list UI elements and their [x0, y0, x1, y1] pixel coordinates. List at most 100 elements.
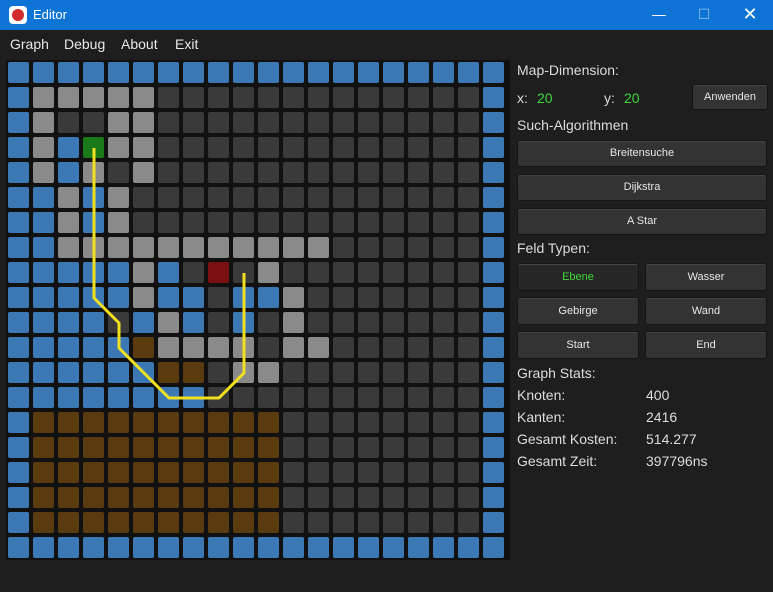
- plain-cell[interactable]: [208, 387, 229, 408]
- plain-cell[interactable]: [258, 187, 279, 208]
- water-cell[interactable]: [383, 537, 404, 558]
- water-cell[interactable]: [233, 537, 254, 558]
- wall-cell[interactable]: [233, 237, 254, 258]
- mountain-cell[interactable]: [58, 412, 79, 433]
- plain-cell[interactable]: [258, 312, 279, 333]
- water-cell[interactable]: [33, 362, 54, 383]
- plain-cell[interactable]: [458, 187, 479, 208]
- water-cell[interactable]: [58, 387, 79, 408]
- plain-cell[interactable]: [58, 112, 79, 133]
- water-cell[interactable]: [33, 337, 54, 358]
- water-cell[interactable]: [433, 62, 454, 83]
- plain-cell[interactable]: [283, 162, 304, 183]
- mountain-cell[interactable]: [83, 462, 104, 483]
- water-cell[interactable]: [483, 337, 504, 358]
- water-cell[interactable]: [183, 62, 204, 83]
- wall-cell[interactable]: [58, 187, 79, 208]
- plain-cell[interactable]: [458, 287, 479, 308]
- plain-cell[interactable]: [283, 387, 304, 408]
- water-cell[interactable]: [183, 537, 204, 558]
- plain-cell[interactable]: [358, 187, 379, 208]
- plain-cell[interactable]: [208, 287, 229, 308]
- plain-cell[interactable]: [383, 312, 404, 333]
- water-cell[interactable]: [8, 212, 29, 233]
- plain-cell[interactable]: [433, 462, 454, 483]
- plain-cell[interactable]: [308, 212, 329, 233]
- mountain-cell[interactable]: [33, 437, 54, 458]
- water-cell[interactable]: [158, 387, 179, 408]
- mountain-cell[interactable]: [158, 412, 179, 433]
- water-cell[interactable]: [83, 387, 104, 408]
- mountain-cell[interactable]: [108, 412, 129, 433]
- mountain-cell[interactable]: [33, 487, 54, 508]
- plain-cell[interactable]: [158, 87, 179, 108]
- plain-cell[interactable]: [258, 212, 279, 233]
- plain-cell[interactable]: [83, 112, 104, 133]
- plain-cell[interactable]: [283, 212, 304, 233]
- water-cell[interactable]: [183, 287, 204, 308]
- wall-cell[interactable]: [158, 337, 179, 358]
- wall-cell[interactable]: [108, 212, 129, 233]
- mountain-cell[interactable]: [258, 487, 279, 508]
- plain-cell[interactable]: [333, 437, 354, 458]
- plain-cell[interactable]: [408, 162, 429, 183]
- wall-cell[interactable]: [183, 337, 204, 358]
- water-cell[interactable]: [8, 112, 29, 133]
- wall-cell[interactable]: [108, 87, 129, 108]
- plain-cell[interactable]: [408, 237, 429, 258]
- mountain-cell[interactable]: [183, 462, 204, 483]
- water-cell[interactable]: [58, 162, 79, 183]
- wall-cell[interactable]: [233, 362, 254, 383]
- plain-cell[interactable]: [183, 187, 204, 208]
- plain-cell[interactable]: [383, 362, 404, 383]
- water-cell[interactable]: [33, 312, 54, 333]
- plain-cell[interactable]: [383, 137, 404, 158]
- menu-exit[interactable]: Exit: [175, 36, 198, 52]
- water-cell[interactable]: [133, 537, 154, 558]
- y-value-field[interactable]: 20: [624, 90, 640, 106]
- water-cell[interactable]: [8, 162, 29, 183]
- plain-cell[interactable]: [358, 262, 379, 283]
- water-cell[interactable]: [33, 262, 54, 283]
- plain-cell[interactable]: [383, 387, 404, 408]
- apply-button[interactable]: Anwenden: [692, 84, 768, 110]
- plain-cell[interactable]: [433, 362, 454, 383]
- mountain-cell[interactable]: [133, 437, 154, 458]
- water-cell[interactable]: [108, 537, 129, 558]
- water-cell[interactable]: [483, 387, 504, 408]
- water-cell[interactable]: [133, 312, 154, 333]
- plain-cell[interactable]: [433, 512, 454, 533]
- water-cell[interactable]: [8, 387, 29, 408]
- water-cell[interactable]: [58, 362, 79, 383]
- plain-cell[interactable]: [408, 362, 429, 383]
- mountain-cell[interactable]: [158, 462, 179, 483]
- wall-cell[interactable]: [183, 237, 204, 258]
- plain-cell[interactable]: [333, 137, 354, 158]
- plain-cell[interactable]: [408, 212, 429, 233]
- mountain-cell[interactable]: [83, 512, 104, 533]
- mountain-cell[interactable]: [258, 412, 279, 433]
- water-cell[interactable]: [33, 537, 54, 558]
- plain-cell[interactable]: [358, 512, 379, 533]
- water-cell[interactable]: [83, 212, 104, 233]
- water-cell[interactable]: [483, 262, 504, 283]
- close-button[interactable]: ✕: [727, 0, 773, 30]
- plain-cell[interactable]: [183, 87, 204, 108]
- plain-cell[interactable]: [408, 462, 429, 483]
- wall-cell[interactable]: [83, 87, 104, 108]
- water-cell[interactable]: [483, 362, 504, 383]
- water-cell[interactable]: [8, 187, 29, 208]
- plain-cell[interactable]: [408, 187, 429, 208]
- water-cell[interactable]: [483, 137, 504, 158]
- water-cell[interactable]: [108, 387, 129, 408]
- plain-cell[interactable]: [458, 87, 479, 108]
- plain-cell[interactable]: [383, 412, 404, 433]
- mountain-cell[interactable]: [233, 412, 254, 433]
- plain-cell[interactable]: [133, 212, 154, 233]
- mountain-cell[interactable]: [33, 462, 54, 483]
- water-cell[interactable]: [8, 237, 29, 258]
- plain-cell[interactable]: [158, 112, 179, 133]
- plain-cell[interactable]: [158, 187, 179, 208]
- mountain-cell[interactable]: [208, 512, 229, 533]
- plain-cell[interactable]: [283, 512, 304, 533]
